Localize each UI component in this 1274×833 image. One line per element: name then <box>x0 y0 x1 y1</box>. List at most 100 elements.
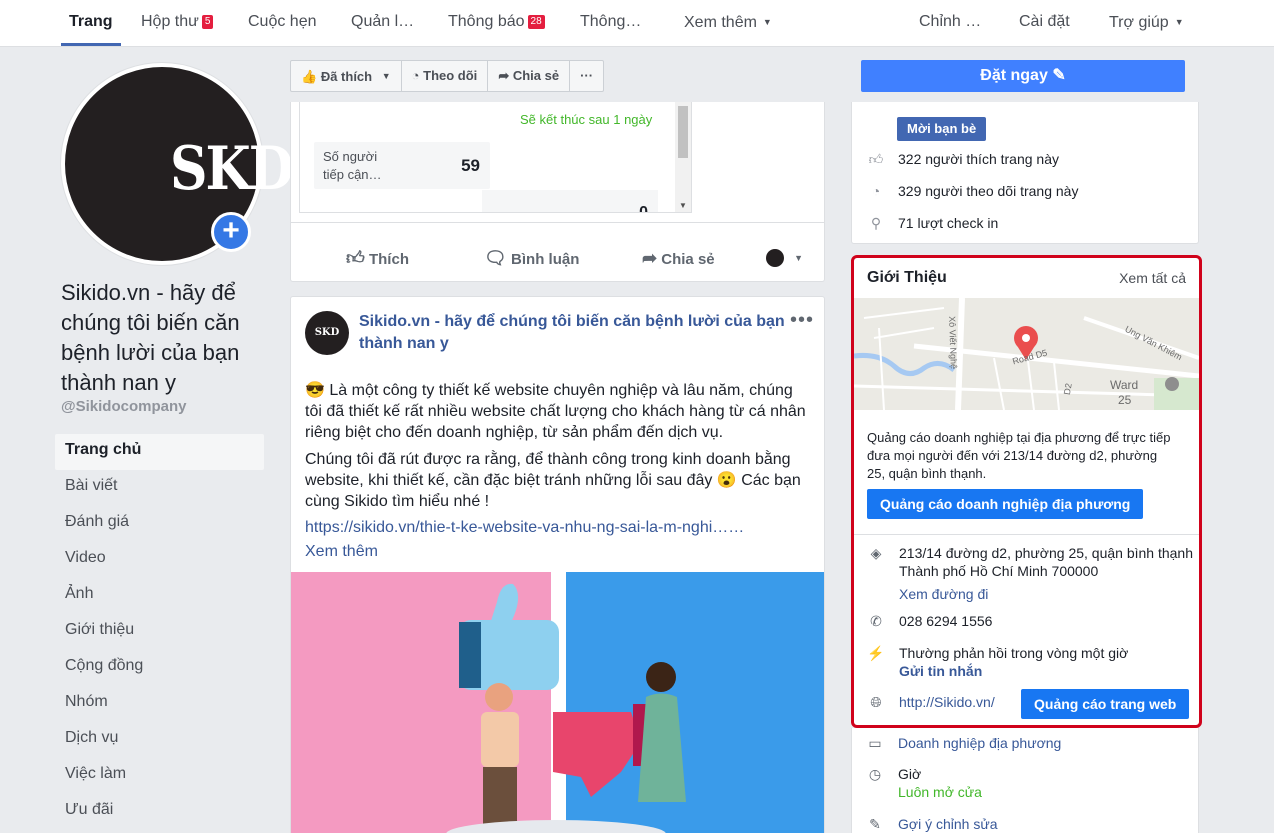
post-card: SKD Sikido.vn - hãy để chúng tôi biến că… <box>290 296 825 833</box>
like-label: Thích <box>368 251 409 268</box>
suggest-edit-link[interactable]: Gợi ý chỉnh sửa <box>898 815 997 833</box>
hours-value: Luôn mở cửa <box>898 784 982 800</box>
caret-down-icon: ▼ <box>762 17 772 27</box>
address-text: 213/14 đường d2, phường 25, quận bình th… <box>899 544 1193 580</box>
sidebar-item-videos[interactable]: Video <box>55 542 264 578</box>
page-title: Sikido.vn - hãy để chúng tôi biến căn bệ… <box>61 280 240 395</box>
sidebar-item-services[interactable]: Dịch vụ <box>55 722 264 758</box>
sidebar-item-photos[interactable]: Ảnh <box>55 578 264 614</box>
tab-appointments[interactable]: Cuộc hẹn <box>248 0 317 46</box>
hours-text: Giờ Luôn mở cửa <box>898 765 982 801</box>
hours-label: Giờ <box>898 766 922 782</box>
rss-icon: ◔ <box>411 68 420 83</box>
tab-insights[interactable]: Thông… <box>580 0 641 46</box>
map-label-ward-number: 25 <box>1118 393 1132 407</box>
invite-friends-button[interactable]: Mời bạn bè <box>897 117 987 141</box>
tab-manage[interactable]: Quản l… <box>351 0 414 46</box>
tab-settings[interactable]: Cài đặt <box>1019 0 1070 46</box>
sidebar-item-reviews[interactable]: Đánh giá <box>55 506 264 542</box>
sidebar-item-about[interactable]: Giới thiệu <box>55 614 264 650</box>
promotion-ends-text: Sẽ kết thúc sau 1 ngày <box>520 112 653 127</box>
liked-button[interactable]: 👍 Đã thích ▼ <box>291 61 402 91</box>
follow-label: Theo dõi <box>423 68 478 83</box>
share-page-button[interactable]: ➦ Chia sẻ <box>488 61 571 91</box>
see-all-link[interactable]: Xem tất cả <box>1119 270 1186 286</box>
inbox-count-badge: 5 <box>201 15 214 29</box>
tab-notifications-label: Thông báo <box>448 13 525 30</box>
post-paragraph-2: Chúng tôi đã rút được ra rằng, để thành … <box>305 451 801 510</box>
share-button[interactable]: ➦ Chia sẻ <box>642 223 715 281</box>
tab-page[interactable]: Trang <box>61 0 121 46</box>
plus-icon: + <box>222 214 240 247</box>
location-pin-icon: ⚲ <box>870 215 882 231</box>
scroll-down-arrow-icon[interactable]: ▼ <box>679 201 687 210</box>
messenger-icon: ⚡ <box>867 645 885 661</box>
map-label-d2: D2 <box>1061 382 1074 396</box>
tab-insights-label: Thông… <box>580 13 642 30</box>
follow-button[interactable]: ◔ Theo dõi <box>402 61 489 91</box>
tab-see-more[interactable]: Xem thêm ▼ <box>684 0 772 46</box>
tab-edit[interactable]: Chỉnh … <box>919 0 981 46</box>
sidebar-item-jobs[interactable]: Việc làm <box>55 758 264 794</box>
promote-local-business-button[interactable]: Quảng cáo doanh nghiệp địa phương <box>867 489 1144 519</box>
comment-label: Bình luận <box>511 251 580 268</box>
thumbs-up-icon: 👍︎ <box>868 151 884 167</box>
more-dots-icon: ··· <box>580 68 594 83</box>
page-action-bar: 👍 Đã thích ▼ ◔ Theo dõi ➦ Chia sẻ ··· <box>290 60 605 92</box>
get-directions-link[interactable]: Xem đường đi <box>899 585 988 603</box>
sidebar-item-home[interactable]: Trang chủ <box>55 434 264 470</box>
scrollbar-thumb[interactable] <box>678 106 688 158</box>
insights-scrollbar[interactable]: ▼ <box>675 102 691 212</box>
checkins-text: 71 lượt check in <box>898 215 999 231</box>
like-button[interactable]: 👍︎ Thích <box>346 223 409 281</box>
rss-icon: ◔ <box>871 183 881 199</box>
update-profile-picture-button[interactable]: + <box>211 212 251 252</box>
tab-settings-label: Cài đặt <box>1019 13 1070 30</box>
post-paragraph-1: 😎 Là một công ty thiết kế website chuyên… <box>305 382 806 441</box>
post-options-icon[interactable]: ••• <box>790 309 814 332</box>
tab-page-label: Trang <box>69 13 113 30</box>
see-more-link[interactable]: Xem thêm <box>305 541 810 562</box>
tab-inbox[interactable]: Hộp thư 5 <box>141 0 214 46</box>
sidebar-item-groups[interactable]: Nhóm <box>55 686 264 722</box>
tab-see-more-label: Xem thêm <box>684 14 757 31</box>
tab-notifications[interactable]: Thông báo 28 <box>448 0 545 46</box>
reach-value: 59 <box>461 156 480 175</box>
page-top-nav: Trang Hộp thư 5 Cuộc hẹn Quản l… Thông bá… <box>0 0 1274 47</box>
category-link[interactable]: Doanh nghiệp địa phương <box>898 734 1061 752</box>
page-avatar-mini-icon <box>766 249 784 267</box>
promote-website-button[interactable]: Quảng cáo trang web <box>1021 689 1190 719</box>
post-illustration-image[interactable] <box>291 572 824 833</box>
clock-icon: ◷ <box>868 766 882 782</box>
post-author-avatar[interactable]: SKD <box>305 311 349 355</box>
pencil-icon: ✎ <box>869 816 881 832</box>
about-divider <box>854 534 1199 535</box>
location-map[interactable]: Xô Viết Nghệ Road D5 Ung Văn Khiêm Ward … <box>854 298 1199 410</box>
sidebar-item-offers[interactable]: Ưu đãi <box>55 794 264 830</box>
community-stats-card: Mời bạn bè 👍︎ 322 người thích trang này ◔… <box>851 102 1199 244</box>
post-link[interactable]: https://sikido.vn/thie-t-ke-website-va-n… <box>305 519 810 537</box>
likes-count-row: 👍︎ 322 người thích trang này <box>866 151 1059 171</box>
sidebar-item-posts[interactable]: Bài viết <box>55 470 264 506</box>
checkins-row: ⚲ 71 lượt check in <box>866 215 998 235</box>
comment-button[interactable]: 🗨 Bình luận <box>484 223 579 281</box>
more-options-button[interactable]: ··· <box>570 61 603 91</box>
website-link[interactable]: http://Sikido.vn/ <box>899 693 995 711</box>
send-message-link[interactable]: Gửi tin nhắn <box>899 663 982 679</box>
post-author-name[interactable]: Sikido.vn - hãy để chúng tôi biến căn bệ… <box>359 311 789 355</box>
sidebar-item-community[interactable]: Cộng đồng <box>55 650 264 686</box>
tab-help[interactable]: Trợ giúp ▼ <box>1109 0 1184 46</box>
book-now-button[interactable]: Đặt ngay ✎ <box>861 60 1185 92</box>
category-icon: ▭ <box>868 735 882 751</box>
engagement-value: 0 <box>639 204 648 213</box>
post-as-selector[interactable]: ▼ <box>766 223 803 281</box>
follows-count-text: 329 người theo dõi trang này <box>898 183 1079 199</box>
share-arrow-icon: ➦ <box>642 248 658 268</box>
like-dislike-illustration <box>291 572 824 833</box>
likes-count-text: 322 người thích trang này <box>898 151 1059 167</box>
comment-bubble-icon: 🗨 <box>484 248 507 268</box>
page-handle[interactable]: @Sikidocompany <box>61 398 187 415</box>
page-sidebar-nav: Trang chủ Bài viết Đánh giá Video Ảnh Gi… <box>55 434 264 830</box>
phone-number[interactable]: 028 6294 1556 <box>899 612 992 630</box>
notifications-count-badge: 28 <box>527 15 545 29</box>
